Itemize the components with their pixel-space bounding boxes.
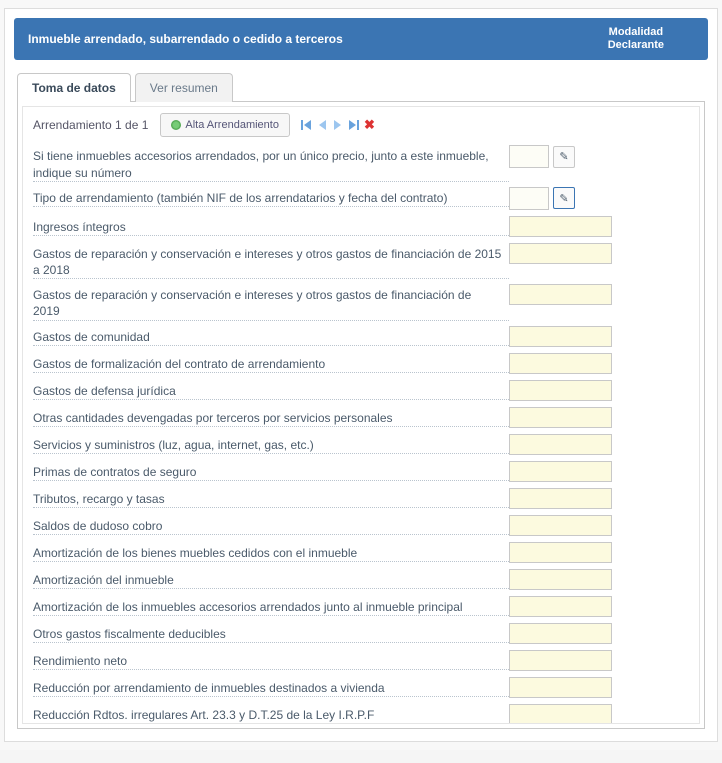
nav-delete-icon[interactable]: ✖	[364, 117, 375, 133]
form-list: Si tiene inmuebles accesorios arrendados…	[33, 145, 689, 724]
field-label: Saldos de dudoso cobro	[33, 519, 164, 533]
saldos-dudoso-input[interactable]	[509, 515, 612, 536]
primas-seguro-input[interactable]	[509, 461, 612, 482]
servicios-input[interactable]	[509, 434, 612, 455]
amort-inmueble-input[interactable]	[509, 569, 612, 590]
field-label: Gastos de reparación y conservación e in…	[33, 288, 471, 318]
field-label: Reducción Rdtos. irregulares Art. 23.3 y…	[33, 708, 376, 722]
edit-button[interactable]: ✎	[553, 187, 575, 209]
gastos-comunidad-input[interactable]	[509, 326, 612, 347]
record-counter: Arrendamiento 1 de 1	[33, 118, 148, 132]
field-label: Ingresos íntegros	[33, 220, 128, 234]
title-bar: Inmueble arrendado, subarrendado o cedid…	[14, 18, 708, 60]
panel-title: Inmueble arrendado, subarrendado o cedid…	[28, 32, 343, 46]
reduccion-vivienda-input[interactable]	[509, 677, 612, 698]
field-label: Gastos de comunidad	[33, 330, 152, 344]
nav-first-icon[interactable]	[304, 120, 311, 130]
alta-label: Alta Arrendamiento	[185, 119, 279, 131]
ingresos-input[interactable]	[509, 216, 612, 237]
gastos-2019-input[interactable]	[509, 284, 612, 305]
alta-arrendamiento-button[interactable]: Alta Arrendamiento	[160, 113, 290, 137]
tributos-input[interactable]	[509, 488, 612, 509]
field-label: Rendimiento neto	[33, 654, 129, 668]
field-label: Gastos de defensa jurídica	[33, 384, 178, 398]
nav-next-icon[interactable]	[334, 120, 341, 130]
field-label: Otras cantidades devengadas por terceros…	[33, 411, 395, 425]
field-label: Primas de contratos de seguro	[33, 465, 198, 479]
field-label: Tipo de arrendamiento (también NIF de lo…	[33, 191, 449, 205]
accessory-count-input[interactable]	[509, 145, 549, 168]
field-label: Reducción por arrendamiento de inmuebles…	[33, 681, 387, 695]
otros-gastos-input[interactable]	[509, 623, 612, 644]
field-label: Amortización de los inmuebles accesorios…	[33, 600, 465, 614]
record-nav: Arrendamiento 1 de 1 Alta Arrendamiento …	[33, 113, 689, 137]
panel-inmueble: Inmueble arrendado, subarrendado o cedid…	[4, 8, 718, 742]
tab-bar: Toma de datos Ver resumen	[5, 72, 717, 101]
tab-ver-resumen[interactable]: Ver resumen	[135, 73, 233, 102]
tab-toma-de-datos[interactable]: Toma de datos	[17, 73, 131, 102]
field-label: Amortización de los bienes muebles cedid…	[33, 546, 359, 560]
gastos-2015-2018-input[interactable]	[509, 243, 612, 264]
amort-muebles-input[interactable]	[509, 542, 612, 563]
nav-prev-icon[interactable]	[319, 120, 326, 130]
tipo-arrendamiento-input[interactable]	[509, 187, 549, 210]
rendimiento-neto-input[interactable]	[509, 650, 612, 671]
gastos-defensa-input[interactable]	[509, 380, 612, 401]
nav-last-icon[interactable]	[349, 120, 356, 130]
field-label: Amortización del inmueble	[33, 573, 176, 587]
field-label: Si tiene inmuebles accesorios arrendados…	[33, 149, 489, 179]
tab-panel: Arrendamiento 1 de 1 Alta Arrendamiento …	[17, 101, 705, 729]
reduccion-irregulares-input[interactable]	[509, 704, 612, 725]
field-label: Gastos de formalización del contrato de …	[33, 357, 327, 371]
panel-mode: Modalidad Declarante	[608, 26, 664, 52]
form-scroll: Arrendamiento 1 de 1 Alta Arrendamiento …	[22, 106, 700, 724]
add-icon	[171, 120, 181, 130]
gastos-formalizacion-input[interactable]	[509, 353, 612, 374]
field-label: Gastos de reparación y conservación e in…	[33, 247, 501, 277]
otras-cantidades-input[interactable]	[509, 407, 612, 428]
amort-accesorios-input[interactable]	[509, 596, 612, 617]
field-label: Tributos, recargo y tasas	[33, 492, 167, 506]
edit-button[interactable]: ✎	[553, 146, 575, 168]
field-label: Servicios y suministros (luz, agua, inte…	[33, 438, 316, 452]
field-label: Otros gastos fiscalmente deducibles	[33, 627, 228, 641]
